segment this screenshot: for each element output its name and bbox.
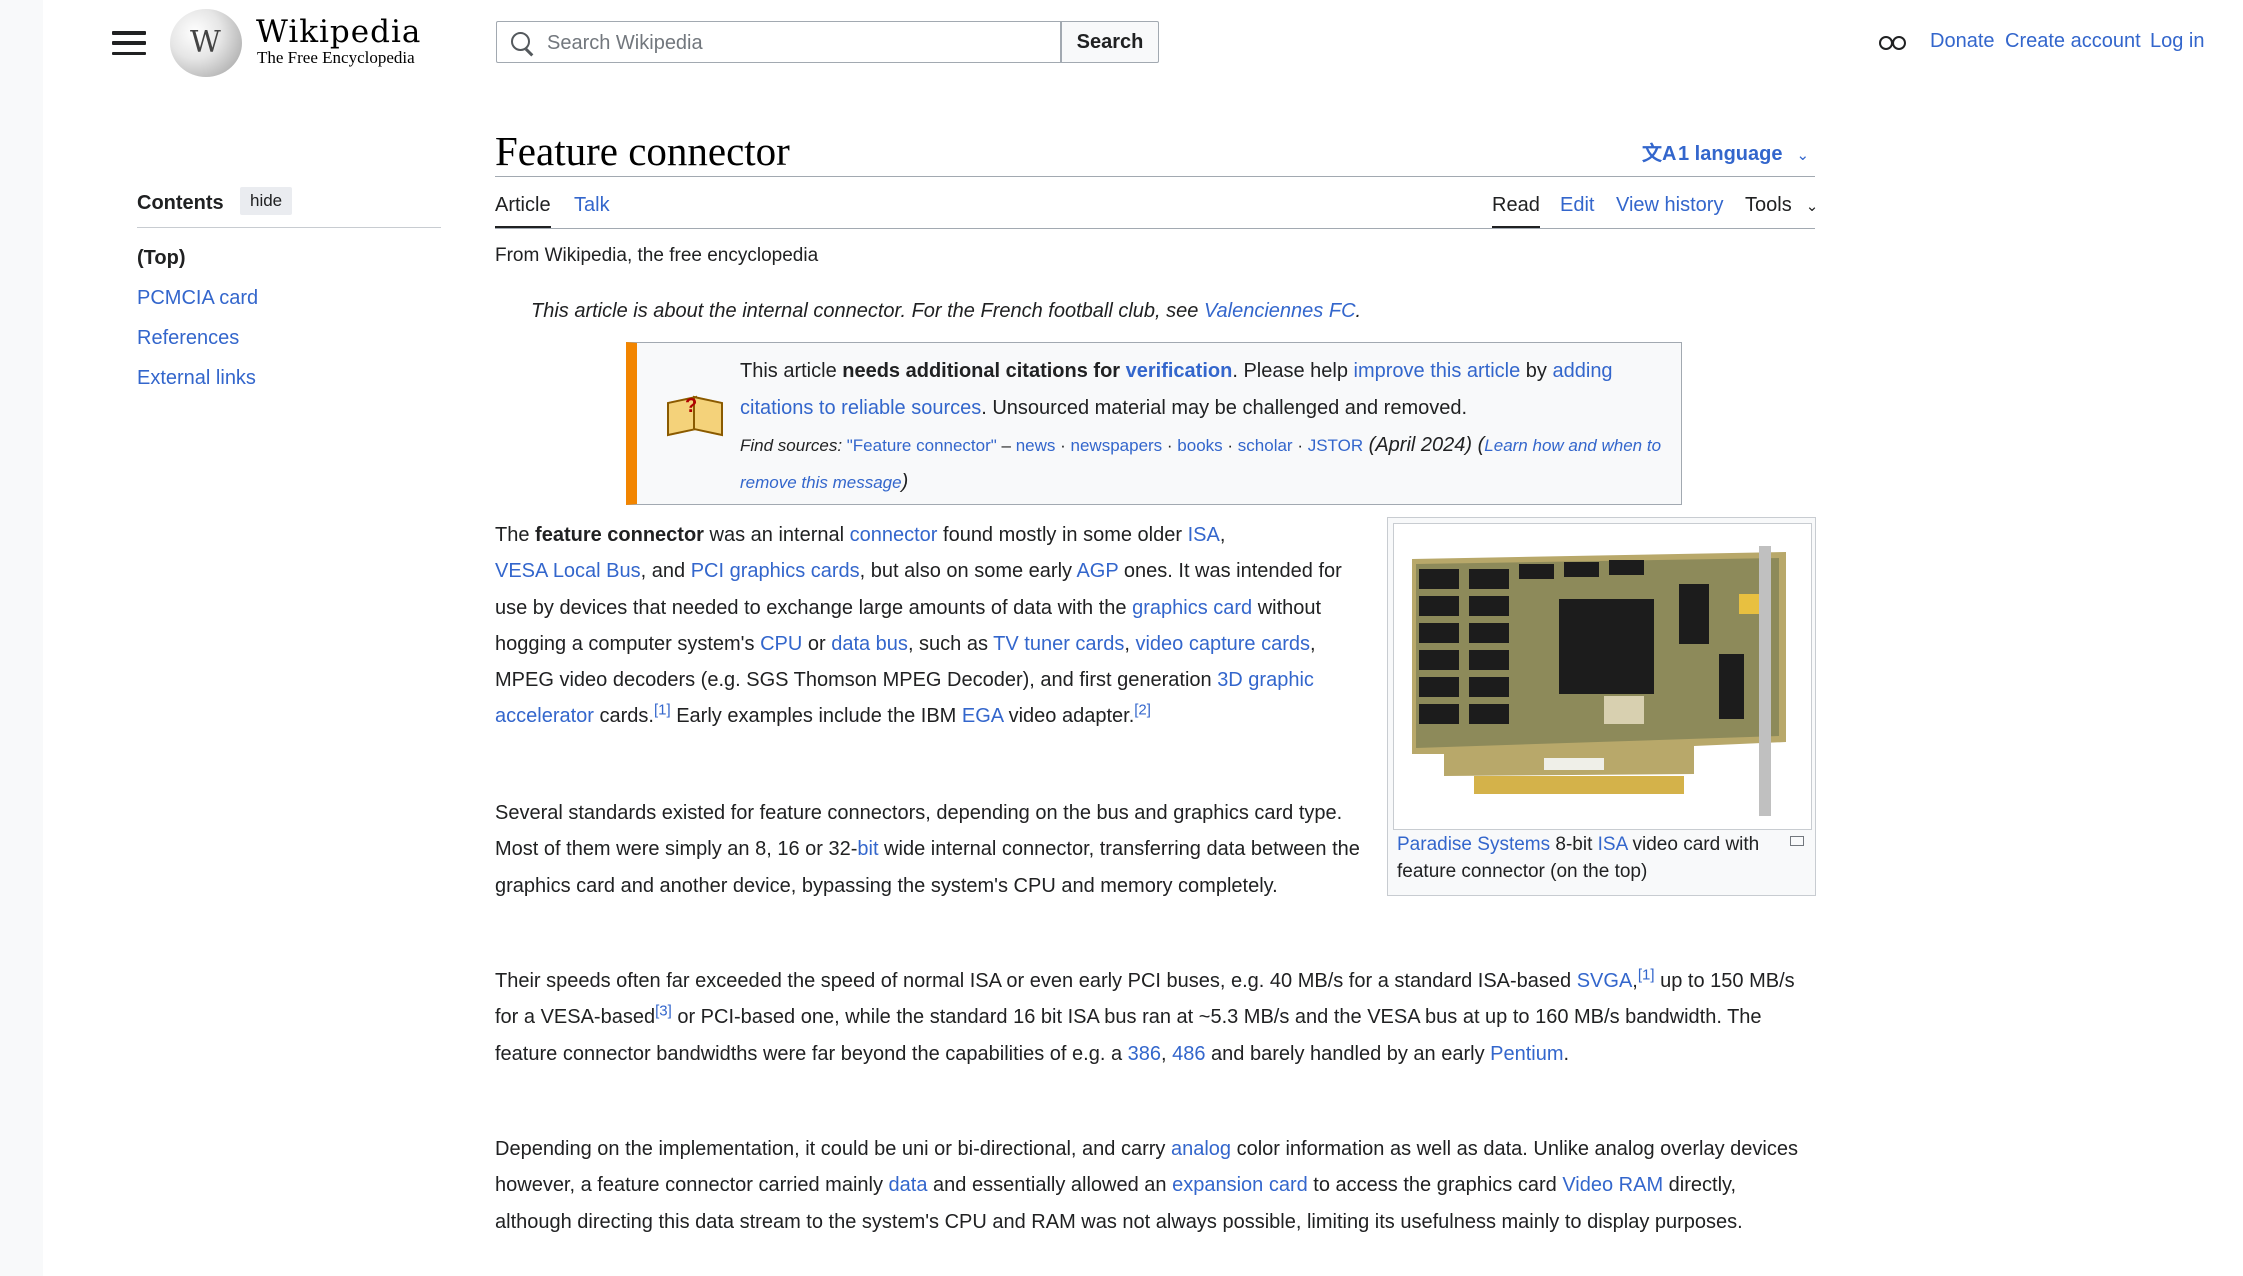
toc-item-top[interactable]: (Top) [137,247,186,270]
find-newspapers-link[interactable]: newspapers [1071,436,1163,455]
search-button[interactable]: Search [1061,21,1159,63]
tabs-divider [495,228,1815,229]
reference-1-again[interactable]: [1] [1638,966,1655,983]
log-in-link[interactable]: Log in [2150,30,2205,53]
data-bus-link[interactable]: data bus [831,633,908,655]
find-scholar-link[interactable]: scholar [1238,436,1293,455]
vesa-local-bus-link[interactable]: VESA Local Bus [495,560,641,582]
enlarge-icon[interactable] [1790,836,1804,846]
reference-2[interactable]: [2] [1134,702,1151,719]
toc-divider [137,227,441,228]
find-books-link[interactable]: books [1177,436,1222,455]
paragraph-3: Their speeds often far exceeded the spee… [495,966,1795,1065]
paradise-systems-link[interactable]: Paradise Systems [1397,834,1550,855]
create-account-link[interactable]: Create account [2005,30,2141,53]
connector-link[interactable]: connector [850,524,938,546]
toc-hide-button[interactable]: hide [240,187,293,215]
toc-title: Contents [137,192,224,214]
notice-text: This article needs additional citations … [740,360,1662,493]
expansion-card-link[interactable]: expansion card [1172,1174,1308,1196]
wikipedia-tagline: The Free Encyclopedia [257,48,415,67]
agp-link[interactable]: AGP [1076,560,1118,582]
tools-label: Tools [1745,194,1792,216]
citation-needed-notice: ? This article needs additional citation… [626,342,1682,505]
reference-3[interactable]: [3] [655,1003,672,1020]
find-sources-query-link[interactable]: "Feature connector" [847,436,997,455]
page-title: Feature connector [495,128,790,174]
wikipedia-globe-logo[interactable] [170,9,242,77]
paragraph-4: Depending on the implementation, it coul… [495,1138,1798,1233]
hatnote: This article is about the internal conne… [531,300,1362,322]
graphics-card-link[interactable]: graphics card [1132,597,1252,619]
language-button[interactable]: 文A1 language ⌄ [1642,137,1809,166]
pci-graphics-cards-link[interactable]: PCI graphics cards [691,560,860,582]
tab-view-history[interactable]: View history [1616,194,1723,217]
tab-read[interactable]: Read [1492,194,1540,229]
chevron-down-icon: ⌄ [1805,198,1819,215]
video-card-image[interactable] [1393,523,1812,830]
i386-link[interactable]: 386 [1128,1043,1161,1065]
image-thumbnail: Paradise Systems 8-bit ISA video card wi… [1387,517,1816,896]
search-icon [511,32,530,51]
reference-1[interactable]: [1] [654,702,671,719]
paragraph-1: The feature connector was an internal co… [495,524,1342,728]
video-ram-link[interactable]: Video RAM [1562,1174,1663,1196]
ega-link[interactable]: EGA [962,705,1003,727]
cpu-link[interactable]: CPU [760,633,802,655]
toc-item-external-links[interactable]: External links [137,367,256,390]
appearance-glasses-icon[interactable] [1879,36,1907,50]
verification-link[interactable]: verification [1126,360,1233,382]
tab-article[interactable]: Article [495,194,551,229]
tv-tuner-cards-link[interactable]: TV tuner cards [993,633,1124,655]
language-label: 1 language [1678,143,1783,165]
isa-link[interactable]: ISA [1188,524,1220,546]
tools-menu[interactable]: Tools ⌄ [1745,194,1818,217]
search-field[interactable] [496,21,1061,64]
donate-link[interactable]: Donate [1930,30,1995,53]
translate-icon: 文A [1642,143,1677,165]
svga-link[interactable]: SVGA [1577,970,1633,992]
chevron-down-icon: ⌄ [1796,147,1810,164]
wikipedia-wordmark[interactable]: Wikipedia [256,14,421,50]
search-input[interactable] [545,22,1049,64]
toc-item-pcmcia-card[interactable]: PCMCIA card [137,287,258,310]
video-capture-cards-link[interactable]: video capture cards [1135,633,1310,655]
main-menu-button[interactable] [112,28,146,58]
image-caption: Paradise Systems 8-bit ISA video card wi… [1397,834,1760,882]
bit-link[interactable]: bit [857,838,878,860]
find-news-link[interactable]: news [1016,436,1056,455]
find-jstor-link[interactable]: JSTOR [1308,436,1363,455]
valenciennes-fc-link[interactable]: Valenciennes FC [1204,300,1356,322]
site-subtitle: From Wikipedia, the free encyclopedia [495,245,819,266]
caption-isa-link[interactable]: ISA [1598,834,1628,855]
toc-item-references[interactable]: References [137,327,239,350]
tab-edit[interactable]: Edit [1560,194,1594,217]
tab-talk[interactable]: Talk [574,194,610,217]
data-link[interactable]: data [889,1174,928,1196]
paragraph-2: Several standards existed for feature co… [495,802,1360,897]
question-book-icon: ? [667,393,723,437]
i486-link[interactable]: 486 [1172,1043,1205,1065]
title-divider [495,176,1815,177]
analog-link[interactable]: analog [1171,1138,1231,1160]
improve-article-link[interactable]: improve this article [1354,360,1521,382]
pentium-link[interactable]: Pentium [1490,1043,1563,1065]
